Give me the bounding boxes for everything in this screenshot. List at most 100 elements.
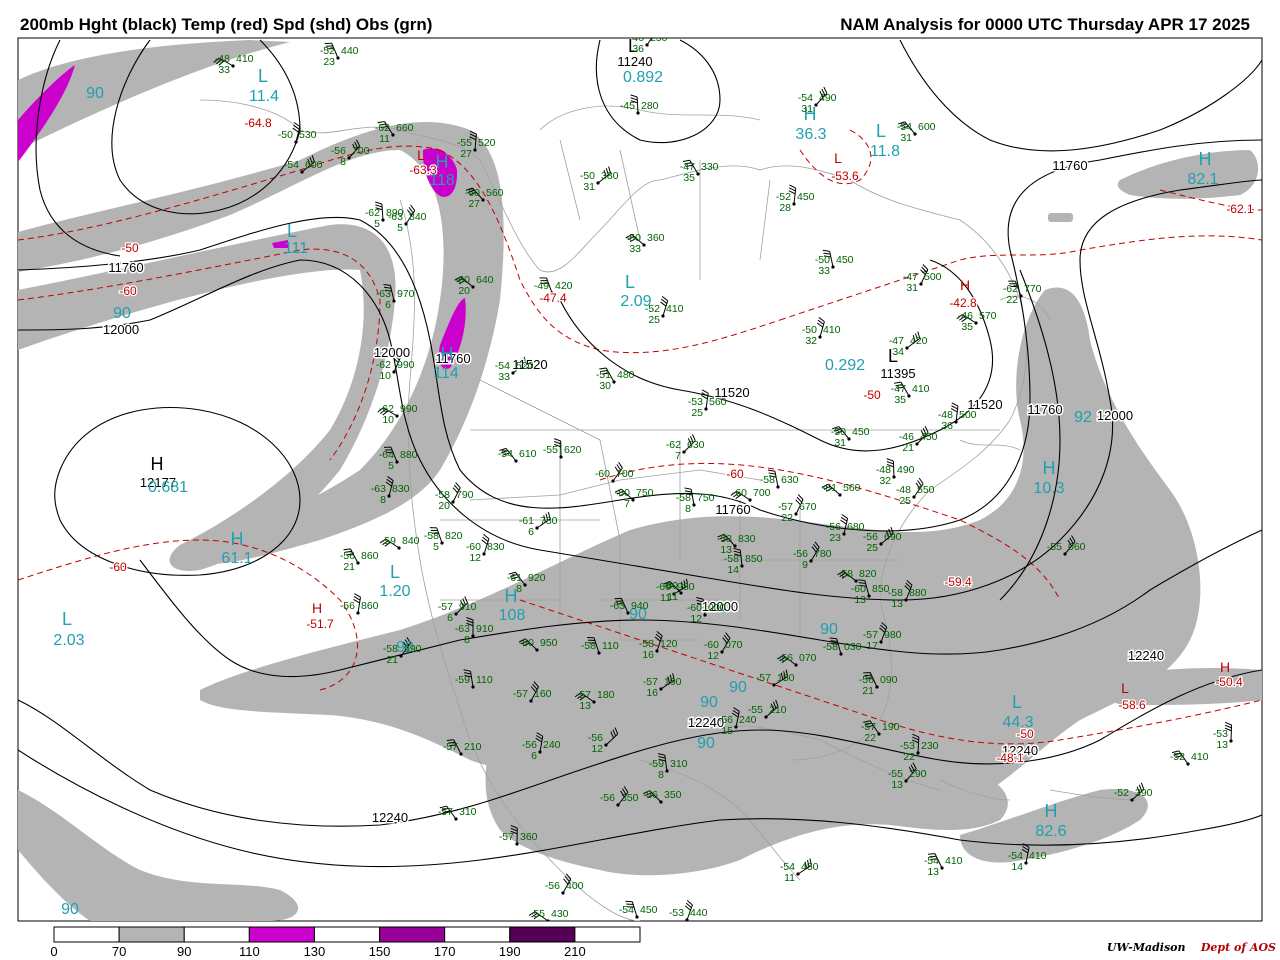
- ob-dewpoint-depression: 35: [961, 321, 973, 333]
- wind-speed-label: 111: [284, 240, 308, 257]
- credit-org: UW-Madison: [1106, 941, 1186, 954]
- wind-speed-label: 90: [86, 85, 104, 102]
- height-label: 12240: [1128, 648, 1164, 663]
- ob-dewpoint-depression: 36: [632, 43, 644, 55]
- high-center-mark: H: [312, 600, 322, 616]
- ob-height: 520: [478, 137, 496, 149]
- ob-height: 070: [725, 639, 743, 651]
- wind-speed-label: 1.20: [379, 583, 410, 600]
- ob-temperature: -57: [438, 806, 453, 818]
- ob-height: 630: [781, 474, 799, 486]
- wind-speed-label: 11.8: [870, 143, 900, 160]
- ob-temperature: -60: [595, 468, 610, 480]
- ob-height: 480: [617, 369, 635, 381]
- ob-dewpoint-depression: 20: [438, 500, 450, 512]
- ob-temperature: -55: [543, 444, 558, 456]
- temperature-label: -47.4: [539, 291, 567, 305]
- ob-height: 610: [519, 448, 537, 460]
- ob-dewpoint-depression: 8: [340, 156, 346, 168]
- ob-dewpoint-depression: 13: [927, 866, 939, 878]
- wind-speed-label: 90: [700, 694, 718, 711]
- temperature-label: -60: [119, 284, 137, 298]
- ob-dewpoint-depression: 13: [891, 598, 903, 610]
- ob-dewpoint-depression: 22: [781, 512, 793, 524]
- ob-temperature: -60: [519, 637, 534, 649]
- ob-height: 920: [528, 572, 546, 584]
- ob-height: 450: [852, 426, 870, 438]
- ob-height: 750: [697, 492, 715, 504]
- ob-height: 350: [664, 789, 682, 801]
- ob-height: 850: [745, 553, 763, 565]
- temperature-label: -50: [121, 241, 139, 255]
- low-center-mark: L: [287, 221, 297, 241]
- ob-height: 250: [650, 32, 668, 44]
- ob-height: 310: [670, 758, 688, 770]
- height-label: 12240: [372, 810, 408, 825]
- ob-height: 410: [236, 53, 254, 65]
- ob-height: 550: [917, 484, 935, 496]
- ob-height: 450: [801, 861, 819, 873]
- ob-height: 830: [487, 541, 505, 553]
- high-center-mark: H: [1199, 149, 1212, 169]
- high-center-mark: H: [1043, 458, 1056, 478]
- ob-temperature: -49: [534, 280, 549, 292]
- ob-height: 210: [769, 704, 787, 716]
- ob-temperature: -57: [756, 672, 771, 684]
- wind-speed-label: 61.1: [221, 550, 252, 567]
- ob-dewpoint-depression: 6: [531, 750, 537, 762]
- wind-speed-label: 11.4: [249, 88, 279, 105]
- ob-height: 940: [631, 600, 649, 612]
- ob-dewpoint-depression: 12: [591, 743, 603, 755]
- ob-height: 390: [1135, 787, 1153, 799]
- ob-dewpoint-depression: 33: [218, 64, 230, 76]
- ob-height: 520: [516, 360, 534, 372]
- ob-dewpoint-depression: 25: [899, 495, 911, 507]
- ob-dewpoint-depression: 12: [469, 552, 481, 564]
- ob-height: 530: [299, 129, 317, 141]
- ob-dewpoint-depression: 13: [854, 594, 866, 606]
- ob-dewpoint-depression: 11: [784, 872, 795, 884]
- ob-dewpoint-depression: 20: [458, 285, 470, 297]
- ob-height: 350: [621, 792, 639, 804]
- ob-dewpoint-depression: 8: [516, 583, 522, 595]
- height-label: 11240: [617, 54, 652, 69]
- wind-speed-label: 44.3: [1002, 714, 1033, 731]
- ob-temperature: -53: [669, 907, 684, 919]
- ob-height: 410: [1029, 850, 1047, 862]
- height-label: 12000: [1097, 408, 1133, 423]
- ob-height: 500: [924, 271, 942, 283]
- ob-dewpoint-depression: 5: [433, 541, 439, 553]
- ob-dewpoint-depression: 25: [648, 314, 660, 326]
- wind-speed-label: 90: [61, 901, 79, 918]
- temperature-label: -60: [726, 467, 744, 481]
- ob-dewpoint-depression: 9: [802, 559, 808, 571]
- ob-height: 380: [601, 170, 619, 182]
- ob-temperature: -58: [838, 568, 853, 580]
- ob-dewpoint-depression: 30: [599, 380, 611, 392]
- ob-height: 180: [597, 689, 615, 701]
- ob-height: 110: [476, 674, 493, 686]
- credit-dept: Dept of AOS: [1200, 941, 1276, 954]
- ob-height: 450: [640, 904, 658, 916]
- ob-height: 440: [341, 45, 359, 57]
- height-label: 11395: [880, 366, 915, 381]
- wind-speed-label: 2.03: [53, 632, 84, 649]
- ob-height: 310: [459, 806, 477, 818]
- temperature-label: -53.6: [831, 169, 859, 183]
- ob-height: 110: [602, 640, 619, 652]
- ob-height: 700: [616, 468, 634, 480]
- ob-height: 570: [979, 310, 997, 322]
- ob-height: 750: [636, 487, 654, 499]
- ob-dewpoint-depression: 16: [642, 649, 654, 661]
- ob-temperature: -51: [822, 482, 837, 494]
- ob-dewpoint-depression: 15: [721, 725, 733, 737]
- ob-height: 360: [520, 831, 538, 843]
- temperature-label: -64.8: [244, 116, 272, 130]
- ob-height: 070: [799, 652, 817, 664]
- wind-speed-label: 114: [433, 365, 459, 382]
- ob-temperature: -56: [340, 600, 355, 612]
- temperature-label: -60: [109, 560, 127, 574]
- ob-dewpoint-depression: 13: [891, 779, 903, 791]
- ob-temperature: -56: [600, 792, 615, 804]
- ob-temperature: -55: [748, 704, 763, 716]
